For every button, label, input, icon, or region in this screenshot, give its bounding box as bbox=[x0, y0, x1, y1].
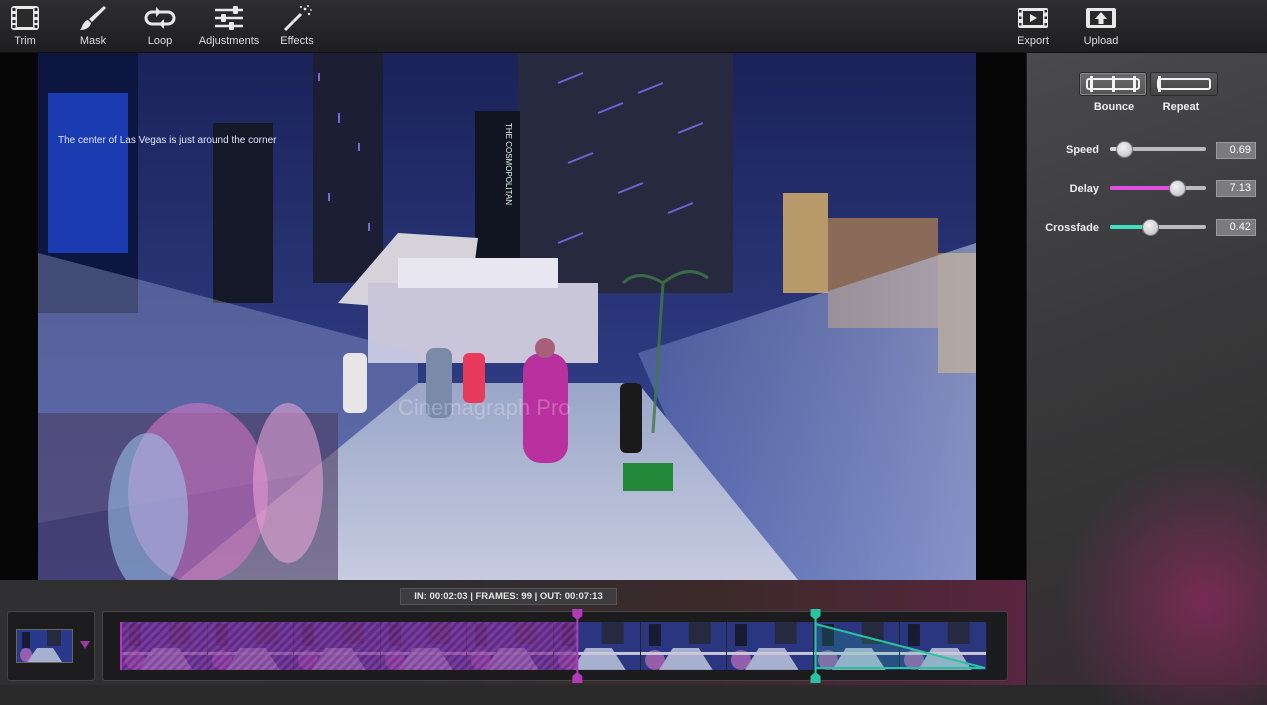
crossfade-slider[interactable] bbox=[1110, 219, 1206, 236]
export-film-icon bbox=[1018, 8, 1048, 28]
crossfade-value-field[interactable]: 0.42 bbox=[1216, 219, 1256, 236]
panel-glow bbox=[1048, 445, 1267, 705]
timeline-track[interactable] bbox=[102, 609, 1008, 683]
night-walkway-scene: THE COSMOPOLITAN The center of Las Vegas… bbox=[38, 53, 976, 580]
mask-label: Mask bbox=[79, 35, 107, 47]
magic-wand-icon bbox=[283, 5, 312, 32]
timeline-frame bbox=[727, 622, 814, 670]
bounce-mode-button[interactable] bbox=[1079, 72, 1147, 96]
preview-image[interactable]: THE COSMOPOLITAN The center of Las Vegas… bbox=[38, 53, 976, 580]
bounce-icon bbox=[1086, 76, 1140, 92]
billboard-text: The center of Las Vegas is just around t… bbox=[58, 135, 277, 146]
delay-slider-knob[interactable] bbox=[1169, 180, 1187, 197]
repeat-label: Repeat bbox=[1162, 101, 1200, 113]
clip-thumbnail-image bbox=[17, 630, 72, 662]
repeat-mode-button[interactable] bbox=[1150, 72, 1218, 96]
trimmed-region-overlay bbox=[121, 622, 578, 670]
timeline-frame bbox=[900, 622, 987, 670]
clip-thumbnail[interactable] bbox=[16, 629, 73, 663]
upload-button[interactable]: Upload bbox=[1066, 4, 1136, 50]
speed-slider[interactable] bbox=[1110, 141, 1206, 158]
speed-slider-knob[interactable] bbox=[1116, 141, 1134, 158]
timeline-area: IN: 00:02:03 | FRAMES: 99 | OUT: 00:07:1… bbox=[0, 580, 1026, 685]
loop-button[interactable]: Loop bbox=[125, 4, 195, 50]
watermark-text: Cinemagraph Pro bbox=[398, 395, 570, 420]
adjustments-label: Adjustments bbox=[198, 35, 260, 47]
repeat-icon bbox=[1157, 76, 1211, 92]
trim-label: Trim bbox=[14, 35, 36, 47]
effects-button[interactable]: Effects bbox=[262, 4, 332, 50]
upload-icon bbox=[1086, 8, 1116, 28]
speed-value-field[interactable]: 0.69 bbox=[1216, 142, 1256, 159]
loop-icon bbox=[144, 7, 176, 29]
effects-label: Effects bbox=[280, 35, 314, 47]
crossfade-slider-knob[interactable] bbox=[1142, 219, 1160, 236]
bounce-label: Bounce bbox=[1093, 101, 1135, 113]
export-label: Export bbox=[1017, 35, 1049, 47]
timeline-frame bbox=[813, 622, 901, 670]
toolbar: Trim Mask Loop Adjustments Effects Expor… bbox=[0, 0, 1267, 53]
mask-button[interactable]: Mask bbox=[58, 4, 128, 50]
upload-label: Upload bbox=[1083, 35, 1119, 47]
hotel-sign-text: THE COSMOPOLITAN bbox=[504, 123, 513, 205]
delay-value-field[interactable]: 7.13 bbox=[1216, 180, 1256, 197]
crossfade-label: Crossfade bbox=[1045, 222, 1099, 234]
brush-icon bbox=[80, 6, 106, 30]
clip-thumbnail-well[interactable] bbox=[7, 611, 95, 681]
adjustments-button[interactable]: Adjustments bbox=[194, 4, 264, 50]
sliders-icon bbox=[215, 6, 243, 30]
timeline-frame bbox=[640, 622, 728, 670]
preview-canvas[interactable]: THE COSMOPOLITAN The center of Las Vegas… bbox=[0, 53, 1026, 580]
film-icon bbox=[11, 6, 39, 30]
loop-settings-panel: Bounce Repeat Speed 0.69 Delay 7.13 Cros… bbox=[1026, 53, 1267, 705]
trim-button[interactable]: Trim bbox=[0, 4, 60, 50]
loop-label: Loop bbox=[147, 35, 173, 47]
delay-slider[interactable] bbox=[1110, 180, 1206, 197]
export-button[interactable]: Export bbox=[998, 4, 1068, 50]
speed-label: Speed bbox=[1065, 144, 1099, 156]
timeline-info-readout: IN: 00:02:03 | FRAMES: 99 | OUT: 00:07:1… bbox=[400, 588, 617, 605]
clip-menu-arrow-icon[interactable] bbox=[80, 641, 90, 649]
delay-slider-fill bbox=[1110, 186, 1178, 190]
frame-strip[interactable] bbox=[121, 622, 987, 670]
delay-label: Delay bbox=[1069, 183, 1099, 195]
